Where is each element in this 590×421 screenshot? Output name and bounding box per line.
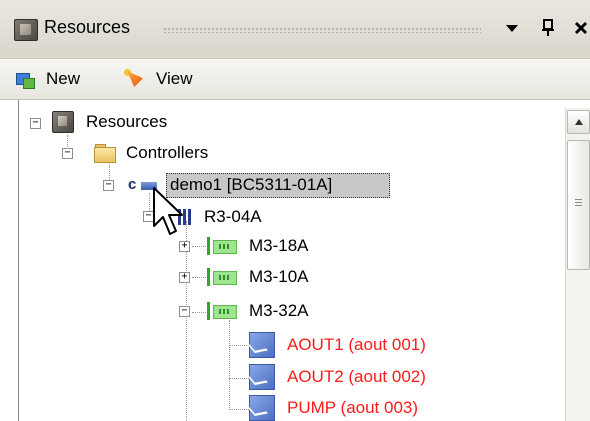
- view-icon: [124, 69, 146, 89]
- view-button-label: View: [156, 69, 193, 88]
- tree-line: [192, 277, 206, 278]
- tree-node-label: M3-18A: [249, 236, 309, 255]
- scroll-thumb[interactable]: [567, 140, 590, 270]
- tree-node-module[interactable]: M3-32A: [207, 298, 309, 324]
- module-expander[interactable]: +: [179, 241, 190, 252]
- new-button[interactable]: New: [14, 67, 80, 91]
- io-module-icon: [207, 237, 237, 255]
- new-button-label: New: [46, 69, 81, 88]
- root-expander[interactable]: −: [30, 118, 41, 129]
- folder-icon: [94, 144, 116, 163]
- tree-left-border: [18, 100, 19, 421]
- bus-expander[interactable]: −: [143, 211, 154, 222]
- resources-icon: [52, 111, 74, 133]
- tree-node-label: R3-04A: [204, 207, 262, 226]
- new-resource-icon: [14, 69, 36, 89]
- tree-line: [229, 409, 249, 410]
- tree-node-controller-demo1[interactable]: c demo1 [BC5311-01A]: [128, 172, 332, 198]
- io-module-icon: [207, 302, 237, 320]
- panel-dropdown-button[interactable]: [498, 14, 526, 42]
- io-module-icon: [207, 268, 237, 286]
- tree-node-label: Resources: [86, 112, 168, 131]
- tree-node-label: M3-32A: [249, 301, 309, 320]
- analog-output-icon: [249, 364, 275, 390]
- tree-node-channel[interactable]: AOUT1 (aout 001): [249, 332, 426, 358]
- tree-node-channel[interactable]: AOUT2 (aout 002): [249, 364, 426, 390]
- title-bar-grip[interactable]: [163, 27, 481, 33]
- tree-node-label: M3-10A: [249, 267, 309, 286]
- close-icon: [574, 21, 588, 35]
- controller-expander[interactable]: −: [103, 180, 114, 191]
- tree-node-bus[interactable]: R3-04A: [174, 204, 262, 230]
- vertical-scrollbar[interactable]: [565, 108, 590, 421]
- module-expander[interactable]: −: [179, 306, 190, 317]
- view-button[interactable]: View: [124, 67, 193, 91]
- module-expander[interactable]: +: [179, 272, 190, 283]
- tree-node-module[interactable]: M3-18A: [207, 233, 309, 259]
- tree-node-module[interactable]: M3-10A: [207, 264, 309, 290]
- analog-output-icon: [249, 332, 275, 358]
- tree-node-label: Controllers: [126, 143, 209, 162]
- tree-line: [229, 345, 249, 346]
- tree-node-channel[interactable]: PUMP (aout 003): [249, 395, 418, 421]
- scroll-up-button[interactable]: [567, 110, 590, 134]
- tree-line: [192, 312, 206, 313]
- close-button[interactable]: [567, 14, 590, 42]
- pin-button[interactable]: [534, 14, 562, 42]
- analog-output-icon: [249, 395, 275, 421]
- bus-coupler-icon: [174, 208, 198, 226]
- resources-panel-icon: [14, 19, 38, 41]
- tree-node-label: demo1 [BC5311-01A]: [170, 175, 333, 194]
- controller-icon: c: [128, 176, 158, 194]
- panel-title-bar: Resources: [0, 0, 590, 59]
- panel-title: Resources: [44, 17, 131, 37]
- tree-line: [192, 246, 206, 247]
- controllers-expander[interactable]: −: [62, 148, 73, 159]
- tree-node-label: AOUT2 (aout 002): [287, 367, 426, 386]
- tree-node-label: AOUT1 (aout 001): [287, 335, 426, 354]
- chevron-down-icon: [506, 25, 518, 32]
- tree-node-resources[interactable]: Resources: [52, 109, 167, 135]
- chevron-up-icon: [574, 119, 583, 125]
- tree-line: [229, 378, 249, 379]
- tree-line: [229, 320, 230, 410]
- tree-node-label: PUMP (aout 003): [287, 398, 419, 417]
- panel-toolbar: New View: [0, 59, 590, 100]
- tree-node-controllers[interactable]: Controllers: [94, 140, 208, 166]
- pin-icon: [542, 19, 554, 36]
